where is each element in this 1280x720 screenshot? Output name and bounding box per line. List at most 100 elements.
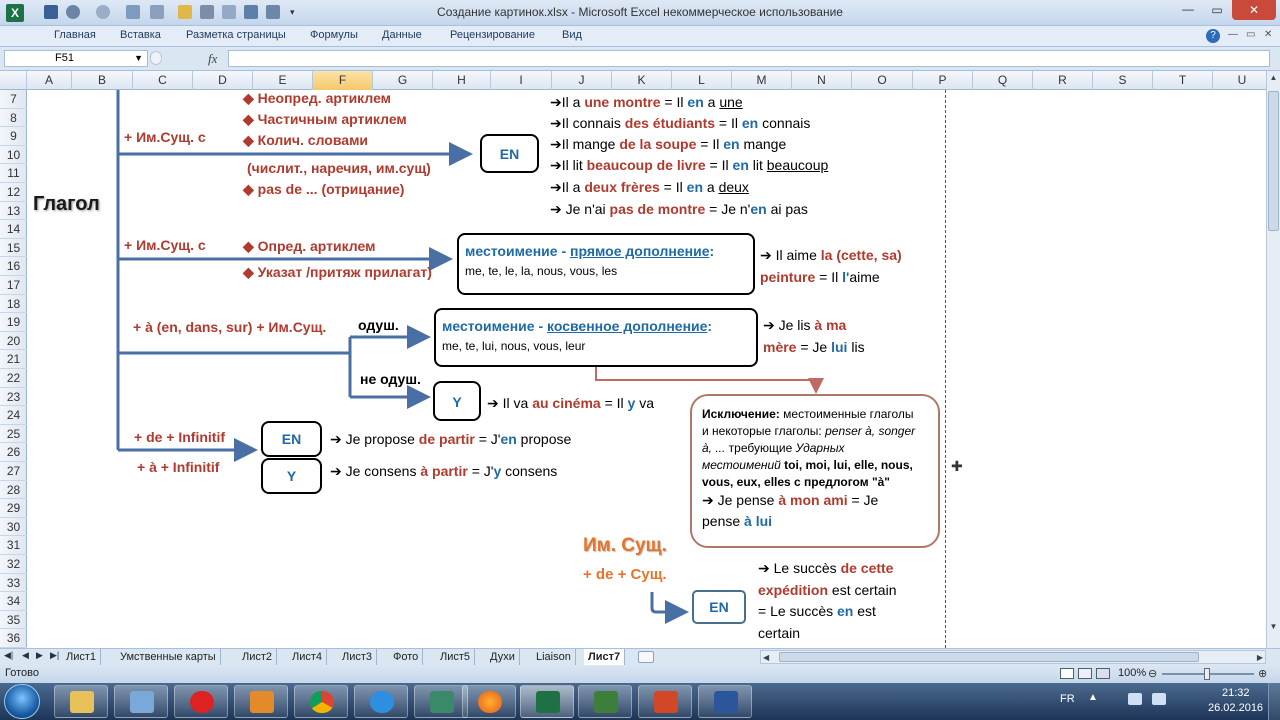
branch1-bullet-5: ◆ pas de ... (отрицание) xyxy=(243,181,405,197)
y-box-1-label: Y xyxy=(452,394,462,410)
status-bar: Готово 100% ⊖ ⊕ xyxy=(0,665,1280,683)
exception-line-2: и некоторые глаголы: penser à, songer xyxy=(702,424,916,438)
start-button[interactable] xyxy=(4,684,40,719)
folder-icon xyxy=(70,691,94,713)
taskbar-app[interactable] xyxy=(414,685,468,718)
taskbar-chrome[interactable] xyxy=(294,685,348,718)
indirect-object-list: me, te, lui, nous, vous, leur xyxy=(442,339,586,353)
inanimate-label: не одуш. xyxy=(360,371,421,387)
excel-icon xyxy=(536,691,560,713)
tab-nav-prev-icon[interactable]: ◀ xyxy=(22,650,29,661)
normal-view-icon[interactable] xyxy=(1060,668,1074,679)
scroll-left-icon[interactable]: ◀ xyxy=(763,651,769,664)
noun-example-line2: expédition est certain xyxy=(758,582,897,598)
taskbar-media[interactable] xyxy=(234,685,288,718)
tray-clock-date[interactable]: 26.02.2016 xyxy=(1208,702,1263,714)
noun-title: Им. Сущ. xyxy=(583,535,667,556)
y-box-2: Y xyxy=(261,458,322,494)
tab-nav-last-icon[interactable]: ▶| xyxy=(50,650,59,661)
branch4-example-2: ➔ Je consens à partir = J'y consens xyxy=(330,463,558,479)
page-layout-view-icon[interactable] xyxy=(1078,668,1092,679)
noun-example-line3: = Le succès en est xyxy=(758,603,876,619)
example-3: ➔Il mange de la soupe = Il en mange xyxy=(550,136,787,152)
sheet-tab[interactable]: Умственные карты xyxy=(116,649,221,665)
page-break-view-icon[interactable] xyxy=(1096,668,1110,679)
taskbar-explorer[interactable] xyxy=(54,685,108,718)
en-box-1-label: EN xyxy=(499,146,520,162)
direct-object-title: местоимение - прямое дополнение: xyxy=(465,243,715,259)
animate-label: одуш. xyxy=(358,317,399,333)
branch4-label-a: + à + Infinitif xyxy=(137,459,220,475)
direct-object-list: me, te, le, la, nous, vous, les xyxy=(465,264,618,278)
word-icon xyxy=(714,691,738,713)
taskbar-paint[interactable] xyxy=(114,685,168,718)
tray-language[interactable]: FR xyxy=(1060,693,1075,705)
opera-icon xyxy=(190,691,214,713)
example-4: ➔Il lit beaucoup de livre = Il en lit be… xyxy=(550,157,829,173)
tray-show-hidden-icon[interactable]: ▲ xyxy=(1088,692,1098,703)
sheet-tab[interactable]: Лист2 xyxy=(238,649,278,665)
noun-example-line1: ➔ Le succès de cette xyxy=(758,560,894,576)
taskbar-opera[interactable] xyxy=(174,685,228,718)
indirect-object-title: местоимение - косвенное дополнение: xyxy=(442,318,713,334)
zoom-out-icon[interactable]: ⊖ xyxy=(1148,667,1157,680)
taskbar-ie[interactable] xyxy=(354,685,408,718)
taskbar-word[interactable] xyxy=(698,685,752,718)
branch2-example-line1: ➔ Il aime la (cette, sa) xyxy=(760,247,902,263)
y-box-1: Y xyxy=(433,381,481,421)
zoom-slider[interactable] xyxy=(1162,668,1254,680)
branch2-bullet-1: ◆ Опред. артиклем xyxy=(243,238,376,254)
branch3-label: + à (en, dans, sur) + Им.Сущ. xyxy=(133,319,327,335)
taskbar-powerpoint[interactable] xyxy=(638,685,692,718)
verb-label: Глагол xyxy=(33,193,100,215)
tray-clock-time[interactable]: 21:32 xyxy=(1222,687,1250,699)
chrome-icon xyxy=(310,691,334,713)
windows-taskbar: FR ▲ 21:32 26.02.2016 xyxy=(0,683,1280,720)
app-icon xyxy=(430,691,454,713)
show-desktop-button[interactable] xyxy=(1268,683,1280,720)
example-6: ➔ Je n'ai pas de montre = Je n'en ai pas xyxy=(550,201,808,217)
tab-nav-first-icon[interactable]: ◀| xyxy=(4,650,13,661)
branch1-note: (числит., наречия, им.сущ) xyxy=(247,160,431,176)
en-box-2-label: EN xyxy=(281,431,302,447)
scroll-right-icon[interactable]: ▶ xyxy=(1257,651,1263,664)
sheet-tab[interactable]: Лист4 xyxy=(288,649,328,665)
branch4-example-1: ➔ Je propose de partir = J'en propose xyxy=(330,431,572,447)
horizontal-scrollbar[interactable]: ◀ ▶ xyxy=(760,650,1266,664)
zoom-level[interactable]: 100% xyxy=(1118,667,1146,679)
insert-sheet-icon[interactable] xyxy=(638,651,654,663)
sheet-tab[interactable]: Фото xyxy=(389,649,424,665)
exception-line-1: Исключение: местоименные глаголы xyxy=(702,407,914,421)
zoom-slider-thumb[interactable] xyxy=(1204,668,1210,680)
sheet-tab[interactable]: Духи xyxy=(486,649,520,665)
tab-nav-next-icon[interactable]: ▶ xyxy=(36,650,43,661)
media-player-icon xyxy=(250,691,274,713)
exception-box: Исключение: местоименные глаголы и некот… xyxy=(690,394,940,548)
sheet-tab[interactable]: Liaison xyxy=(532,649,576,665)
en-box-3-label: EN xyxy=(709,599,729,615)
indirect-object-box: местоимение - косвенное дополнение: me, … xyxy=(434,308,758,367)
direct-object-box: местоимение - прямое дополнение: me, te,… xyxy=(457,233,755,295)
tray-volume-icon[interactable] xyxy=(1152,693,1166,705)
sheet-tab-active[interactable]: Лист7 xyxy=(584,649,626,665)
y-box-2-label: Y xyxy=(286,468,297,484)
sheet-tab[interactable]: Лист1 xyxy=(62,649,102,665)
taskbar-project[interactable] xyxy=(578,685,632,718)
sheet-tab[interactable]: Лист5 xyxy=(436,649,476,665)
paint-icon xyxy=(130,691,154,713)
noun-arrow xyxy=(650,592,689,624)
example-1: ➔Il a une montre = Il en a une xyxy=(550,94,743,110)
internet-explorer-icon xyxy=(370,691,394,713)
sheet-tab[interactable]: Лист3 xyxy=(338,649,378,665)
example-2: ➔Il connais des étudiants = Il en connai… xyxy=(550,115,811,131)
en-box-3: EN xyxy=(692,590,746,624)
exception-connector xyxy=(595,366,824,394)
status-ready: Готово xyxy=(5,667,39,679)
h-scroll-thumb[interactable] xyxy=(779,652,1199,662)
taskbar-firefox[interactable] xyxy=(462,685,516,718)
powerpoint-icon xyxy=(654,691,678,713)
taskbar-excel[interactable] xyxy=(520,685,574,718)
branch1-bullet-1: ◆ Неопред. артиклем xyxy=(243,90,392,106)
tray-network-icon[interactable] xyxy=(1128,693,1142,705)
zoom-in-icon[interactable]: ⊕ xyxy=(1258,667,1267,680)
